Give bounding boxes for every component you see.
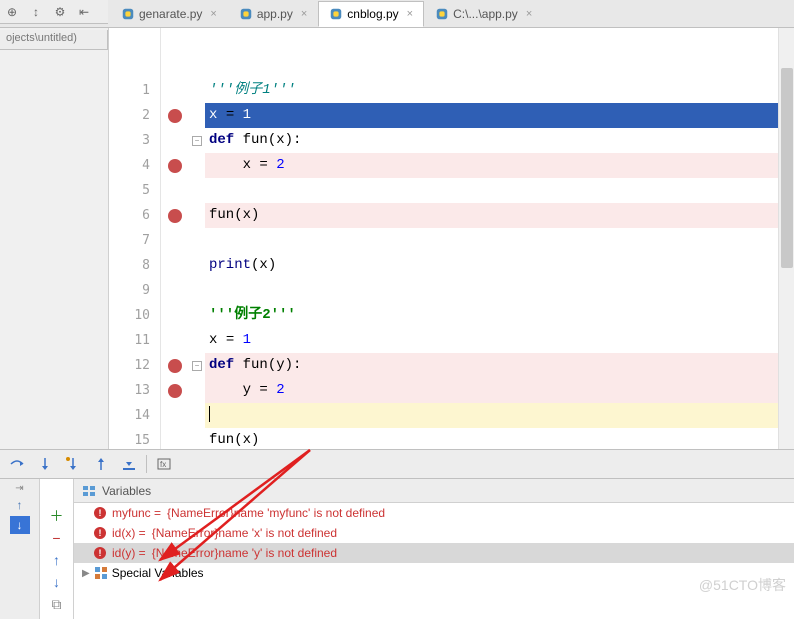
- step-over-icon[interactable]: [6, 453, 28, 475]
- python-file-icon: [435, 7, 449, 21]
- svg-text:fx: fx: [160, 460, 166, 469]
- collapse-icon[interactable]: ⇤: [76, 4, 92, 20]
- variables-header: Variables: [74, 479, 794, 503]
- special-variables-label: Special Variables: [112, 566, 204, 580]
- variable-row[interactable]: ! myfunc = {NameError}name 'myfunc' is no…: [74, 503, 794, 523]
- close-icon[interactable]: ×: [210, 8, 216, 20]
- step-into-my-icon[interactable]: [62, 453, 84, 475]
- add-watch-button[interactable]: ＋: [47, 507, 67, 525]
- breakpoint-icon[interactable]: [168, 359, 182, 373]
- variable-row[interactable]: ! id(y) = {NameError}name 'y' is not defi…: [74, 543, 794, 563]
- tab-app[interactable]: app.py ×: [228, 1, 318, 27]
- move-up-button[interactable]: ↑: [47, 551, 67, 569]
- python-file-icon: [329, 7, 343, 21]
- breakpoint-icon[interactable]: [168, 384, 182, 398]
- tab-app2[interactable]: C:\...\app.py ×: [424, 1, 543, 27]
- tab-cnblog[interactable]: cnblog.py ×: [318, 1, 424, 27]
- watch-controls: ＋ − ↑ ↓ ⧉: [40, 479, 74, 619]
- duplicate-button[interactable]: ⧉: [47, 595, 67, 613]
- variable-name: id(y) =: [112, 546, 146, 560]
- line-number-gutter: 123456789101112131415: [109, 28, 161, 449]
- error-icon: !: [94, 547, 106, 559]
- tab-label: cnblog.py: [347, 7, 398, 21]
- view-toolbar: ⊕ ↕ ⚙ ⇤: [0, 0, 108, 24]
- variables-icon: [82, 484, 96, 498]
- fold-toggle-icon[interactable]: −: [192, 361, 202, 371]
- fold-toggle-icon[interactable]: −: [192, 136, 202, 146]
- tab-label: app.py: [257, 7, 293, 21]
- variable-error: {NameError}name 'y' is not defined: [152, 546, 337, 560]
- frames-nav: ⇥ ↑ ↓: [0, 479, 40, 619]
- tab-genarate[interactable]: genarate.py ×: [110, 1, 228, 27]
- pin-icon[interactable]: ⇥: [15, 483, 23, 494]
- grid-icon: [94, 566, 108, 580]
- breakpoint-icon[interactable]: [168, 109, 182, 123]
- breakpoint-icon[interactable]: [168, 159, 182, 173]
- tab-label: genarate.py: [139, 7, 202, 21]
- scrollbar-thumb[interactable]: [781, 68, 793, 268]
- gear-icon[interactable]: ⚙: [52, 4, 68, 20]
- variable-error: {NameError}name 'x' is not defined: [152, 526, 337, 540]
- code-area[interactable]: '''例子1'''x = 1def fun(x): x = 2fun(x)pri…: [205, 28, 794, 449]
- error-icon: !: [94, 527, 106, 539]
- run-to-cursor-icon[interactable]: [118, 453, 140, 475]
- variable-error: {NameError}name 'myfunc' is not defined: [167, 506, 385, 520]
- crosshair-icon[interactable]: ⊕: [4, 4, 20, 20]
- close-icon[interactable]: ×: [301, 8, 307, 20]
- python-file-icon: [239, 7, 253, 21]
- close-icon[interactable]: ×: [526, 8, 532, 20]
- remove-watch-button[interactable]: −: [47, 529, 67, 547]
- python-file-icon: [121, 7, 135, 21]
- editor-scrollbar[interactable]: [778, 28, 794, 449]
- code-editor[interactable]: 123456789101112131415 −− '''例子1'''x = 1d…: [108, 28, 794, 449]
- special-variables-row[interactable]: ▶ Special Variables: [74, 563, 794, 583]
- frame-down-button[interactable]: ↓: [10, 516, 30, 534]
- move-down-button[interactable]: ↓: [47, 573, 67, 591]
- separator: [146, 455, 147, 473]
- variables-panel: ⇥ ↑ ↓ ＋ − ↑ ↓ ⧉ Variables ! myfunc = {Nam…: [0, 479, 794, 619]
- variables-list[interactable]: ! myfunc = {NameError}name 'myfunc' is no…: [74, 503, 794, 619]
- fold-gutter[interactable]: −−: [189, 28, 205, 449]
- step-into-icon[interactable]: [34, 453, 56, 475]
- tab-label: C:\...\app.py: [453, 7, 518, 21]
- sort-icon[interactable]: ↕: [28, 4, 44, 20]
- close-icon[interactable]: ×: [407, 8, 413, 20]
- breakpoint-gutter[interactable]: [161, 28, 189, 449]
- step-out-icon[interactable]: [90, 453, 112, 475]
- breakpoint-icon[interactable]: [168, 209, 182, 223]
- editor-tab-bar: genarate.py × app.py × cnblog.py × C:\..…: [0, 0, 794, 28]
- evaluate-expression-icon[interactable]: fx: [153, 453, 175, 475]
- variables-title: Variables: [102, 484, 151, 498]
- variable-row[interactable]: ! id(x) = {NameError}name 'x' is not defi…: [74, 523, 794, 543]
- variables-main: Variables ! myfunc = {NameError}name 'myf…: [74, 479, 794, 619]
- project-path-label: ojects\untitled): [0, 30, 108, 50]
- watermark: @51CTO博客: [699, 575, 786, 595]
- variable-name: myfunc =: [112, 506, 161, 520]
- error-icon: !: [94, 507, 106, 519]
- debug-toolbar: fx: [0, 449, 794, 479]
- frame-up-button[interactable]: ↑: [10, 496, 30, 514]
- variable-name: id(x) =: [112, 526, 146, 540]
- expand-icon[interactable]: ▶: [82, 568, 90, 579]
